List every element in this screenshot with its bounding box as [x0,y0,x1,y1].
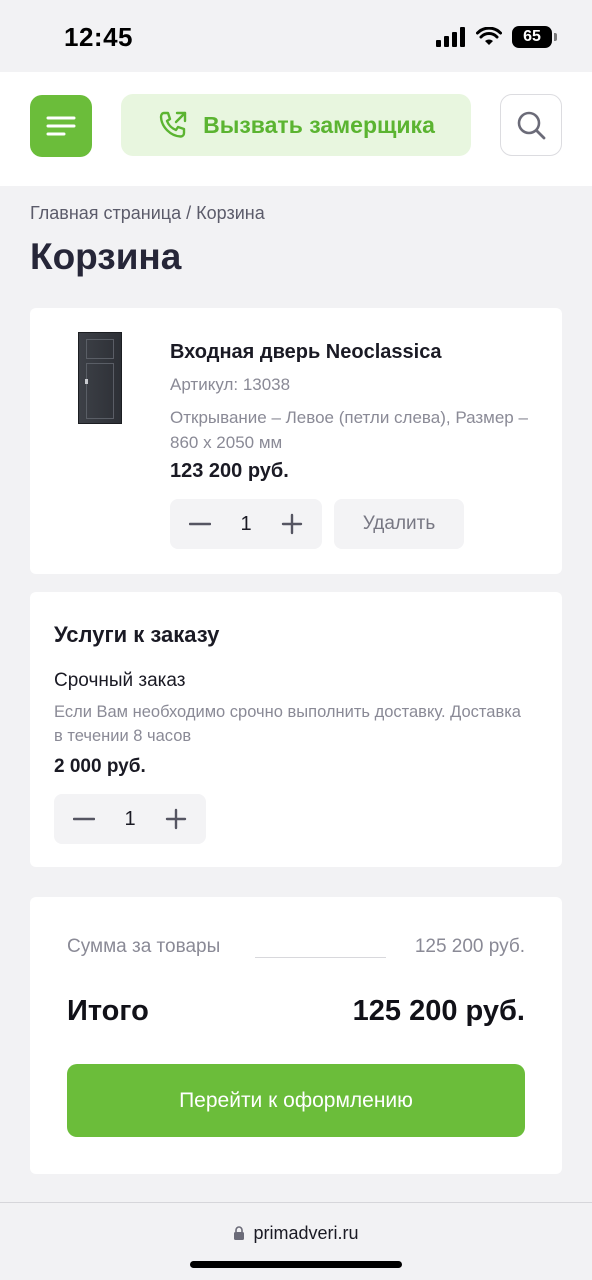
plus-icon [165,808,187,830]
product-quantity-stepper: 1 [170,499,322,549]
product-options: Открывание – Левое (петли слева), Размер… [170,408,528,452]
subtotal-label: Сумма за товары [67,936,221,957]
battery-indicator: 65 [512,26,557,48]
search-button[interactable] [500,94,562,156]
site-header: Вызвать замерщика [0,72,592,186]
cart-item-card: Входная дверь Neoclassica Артикул: 13038… [30,308,562,574]
search-icon [517,111,546,140]
status-time: 12:45 [64,22,133,52]
minus-icon [189,522,211,526]
minus-icon [73,817,95,821]
phone-call-icon [159,111,187,138]
total-label: Итого [67,995,149,1027]
browser-url-bar[interactable]: primadveri.ru [0,1202,592,1280]
subtotal-divider [255,957,386,958]
call-measurer-button[interactable]: Вызвать замерщика [121,94,471,156]
status-bar: 12:45 65 [0,0,592,72]
subtotal-value: 125 200 руб. [414,936,525,957]
service-price: 2 000 руб. [54,756,146,777]
product-name[interactable]: Входная дверь Neoclassica [170,341,441,364]
service-description: Если Вам необходимо срочно выполнить дос… [54,703,521,745]
breadcrumb: Главная страница / Корзина [30,203,265,224]
breadcrumb-separator: / [186,203,192,223]
home-indicator [190,1261,402,1268]
order-summary-card: Сумма за товары 125 200 руб. Итого 125 2… [30,897,562,1174]
product-image[interactable] [78,332,122,424]
lock-icon [234,1226,245,1240]
total-value: 125 200 руб. [352,995,525,1027]
plus-icon [281,513,303,535]
breadcrumb-current: Корзина [196,203,265,223]
call-measurer-label: Вызвать замерщика [203,111,435,138]
page-title: Корзина [30,236,182,277]
product-quantity-value[interactable]: 1 [240,513,251,536]
delete-item-button[interactable]: Удалить [334,499,464,549]
menu-icon [46,116,76,136]
service-quantity-stepper: 1 [54,794,206,844]
signal-icon [436,27,465,47]
decrease-service-quantity-button[interactable] [72,807,96,831]
increase-quantity-button[interactable] [280,512,304,536]
checkout-button[interactable]: Перейти к оформлению [67,1064,525,1137]
service-name: Срочный заказ [54,670,186,691]
service-quantity-value[interactable]: 1 [124,808,135,831]
services-title: Услуги к заказу [54,622,220,647]
url-display[interactable]: primadveri.ru [0,1223,592,1244]
breadcrumb-home[interactable]: Главная страница [30,203,181,223]
menu-button[interactable] [30,95,92,157]
decrease-quantity-button[interactable] [188,512,212,536]
wifi-icon [476,27,502,45]
product-sku: Артикул: 13038 [170,375,291,394]
status-icons: 65 [436,26,557,48]
services-card: Услуги к заказу Срочный заказ Если Вам н… [30,592,562,867]
url-text: primadveri.ru [253,1223,359,1243]
increase-service-quantity-button[interactable] [164,807,188,831]
product-price: 123 200 руб. [170,460,289,482]
